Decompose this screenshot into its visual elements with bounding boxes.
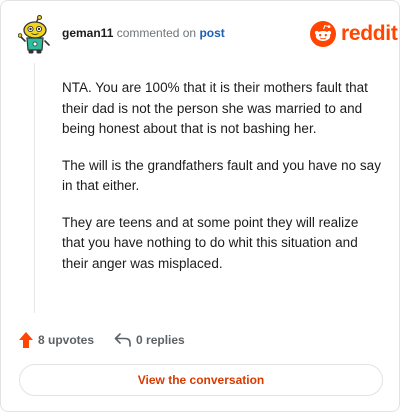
- reply-arrow-icon: [114, 333, 131, 347]
- comment-header: geman11 commented on post reddit: [1, 1, 399, 65]
- upvotes-count: 8 upvotes: [38, 333, 95, 347]
- commented-on-text: commented on: [116, 26, 197, 40]
- comment-paragraph: They are teens and at some point they wi…: [62, 214, 359, 271]
- snoo-avatar-icon[interactable]: [18, 15, 52, 55]
- comment-paragraph: NTA. You are 100% that it is their mothe…: [62, 80, 368, 136]
- upvotes-button[interactable]: 8 upvotes: [18, 331, 94, 349]
- reddit-logo-icon: [310, 21, 336, 47]
- comment-embed-card: geman11 commented on post reddit NTA. Yo…: [0, 0, 400, 412]
- comment-paragraph: The will is the grandfathers fault and y…: [62, 157, 381, 194]
- thread-line: [34, 63, 35, 313]
- comment-meta: geman11 commented on post: [62, 26, 225, 40]
- reddit-logo[interactable]: reddit: [310, 20, 398, 48]
- reddit-wordmark: reddit: [341, 22, 398, 45]
- upvote-arrow-icon: [19, 332, 33, 348]
- view-conversation-button[interactable]: View the conversation: [19, 364, 383, 396]
- replies-button[interactable]: 0 replies: [114, 332, 185, 348]
- comment-actions: 8 upvotes 0 replies: [18, 330, 185, 350]
- replies-count: 0 replies: [136, 333, 185, 347]
- username[interactable]: geman11: [62, 26, 113, 40]
- comment-body: NTA. You are 100% that it is their mothe…: [62, 78, 382, 290]
- post-link[interactable]: post: [199, 26, 224, 40]
